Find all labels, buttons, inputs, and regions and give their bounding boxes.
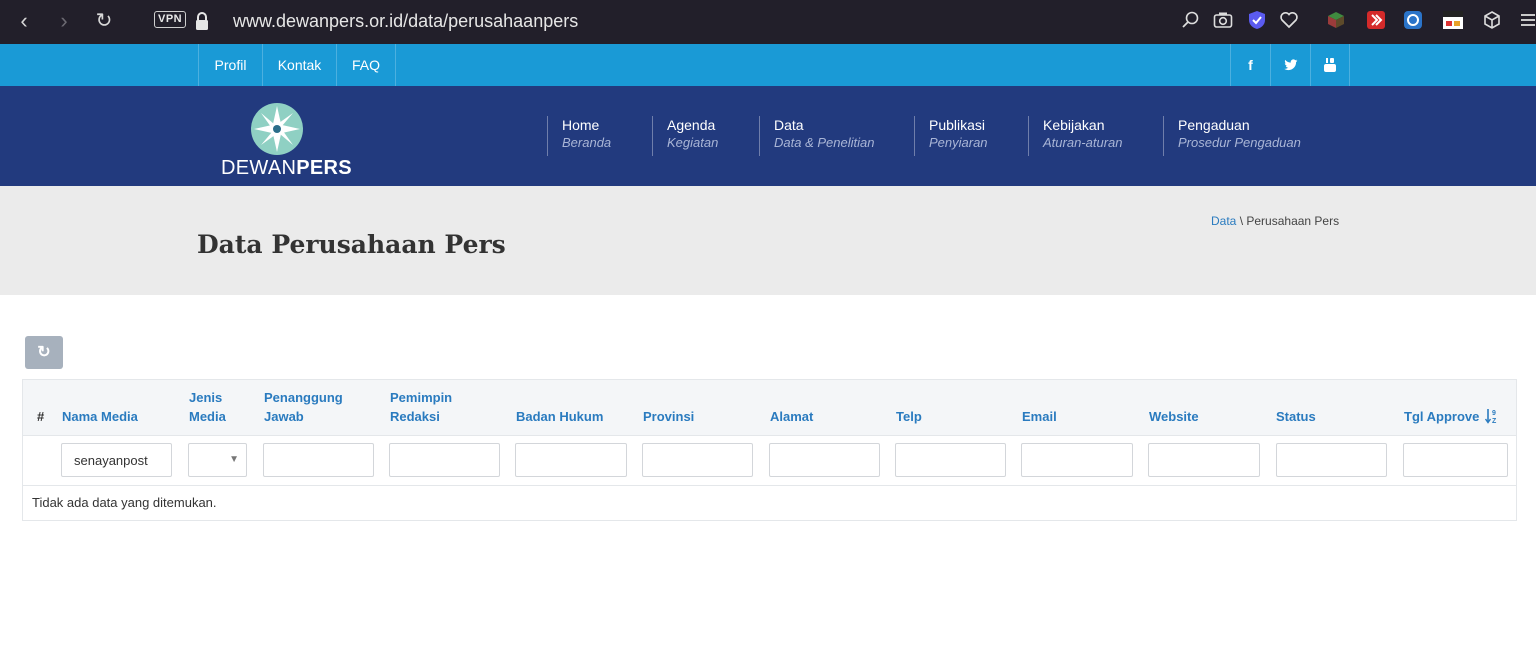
vpn-badge[interactable]: VPN xyxy=(154,11,187,28)
forward-icon[interactable]: › xyxy=(52,9,76,33)
nav-publikasi-label: Publikasi xyxy=(929,117,986,133)
breadcrumb-separator: \ xyxy=(1236,214,1247,228)
page-title-band: Data Perusahaan Pers Data \ Perusahaan P… xyxy=(0,186,1536,295)
col-header-tgl-approve[interactable]: Tgl Approve 9 Z xyxy=(1404,407,1499,426)
package-icon[interactable] xyxy=(1482,10,1502,30)
browser-toolbar: ‹ › ↻ VPN www.dewanpers.or.id/data/perus… xyxy=(0,0,1536,44)
filter-badan-hukum-input[interactable] xyxy=(515,443,627,477)
shield-icon[interactable] xyxy=(1247,10,1267,30)
filter-status-input[interactable] xyxy=(1276,443,1387,477)
grid-header-row: # Nama Media Jenis Media Penanggung Jawa… xyxy=(23,380,1516,436)
svg-text:Z: Z xyxy=(1492,418,1497,424)
search-page-icon[interactable] xyxy=(1181,10,1201,30)
col-header-telp[interactable]: Telp xyxy=(896,407,922,426)
invid-icon[interactable] xyxy=(1443,10,1463,30)
facebook-icon[interactable]: f xyxy=(1230,44,1270,86)
filter-tgl-approve-input[interactable] xyxy=(1403,443,1508,477)
filter-jenis-media-select[interactable]: ▼ xyxy=(188,443,247,477)
address-bar[interactable]: www.dewanpers.or.id/data/perusahaanpers xyxy=(233,9,578,33)
data-grid: # Nama Media Jenis Media Penanggung Jawa… xyxy=(22,379,1517,521)
nav-home[interactable]: Home Beranda xyxy=(547,116,611,156)
col-header-tgl-approve-label: Tgl Approve xyxy=(1404,409,1480,424)
filter-alamat-input[interactable] xyxy=(769,443,880,477)
page-title: Data Perusahaan Pers xyxy=(197,230,506,259)
col-header-provinsi[interactable]: Provinsi xyxy=(643,407,694,426)
nav-data-sub: Data & Penelitian xyxy=(774,135,875,150)
back-icon[interactable]: ‹ xyxy=(12,9,36,33)
filter-telp-input[interactable] xyxy=(895,443,1006,477)
breadcrumb-link-data[interactable]: Data xyxy=(1211,214,1236,228)
col-header-alamat[interactable]: Alamat xyxy=(770,407,813,426)
nav-pengaduan-sub: Prosedur Pengaduan xyxy=(1178,135,1301,150)
sort-descending-icon: 9 Z xyxy=(1484,409,1497,425)
nav-agenda-sub: Kegiatan xyxy=(667,135,719,150)
breadcrumb: Data \ Perusahaan Pers xyxy=(1211,214,1339,228)
nav-agenda-label: Agenda xyxy=(667,117,716,133)
nav-kebijakan-sub: Aturan-aturan xyxy=(1043,135,1123,150)
extension-cube-icon[interactable] xyxy=(1326,10,1346,30)
top-link-kontak[interactable]: Kontak xyxy=(262,44,336,86)
empty-result-message: Tidak ada data yang ditemukan. xyxy=(32,495,217,510)
col-header-status[interactable]: Status xyxy=(1276,407,1316,426)
col-header-penanggung-line2: Jawab xyxy=(264,409,304,424)
col-header-pemimpin-line2: Redaksi xyxy=(390,409,440,424)
camera-icon[interactable] xyxy=(1213,10,1233,30)
lock-icon[interactable] xyxy=(195,11,209,31)
nav-data-label: Data xyxy=(774,117,804,133)
nav-pengaduan-label: Pengaduan xyxy=(1178,117,1250,133)
col-header-email[interactable]: Email xyxy=(1022,407,1057,426)
filter-penanggung-jawab-input[interactable] xyxy=(263,443,374,477)
grid-filter-row: ▼ xyxy=(23,436,1516,486)
filter-email-input[interactable] xyxy=(1021,443,1133,477)
heart-icon[interactable] xyxy=(1279,10,1299,30)
col-header-badan-hukum[interactable]: Badan Hukum xyxy=(516,407,603,426)
svg-text:9: 9 xyxy=(1492,410,1496,417)
extension-red-icon[interactable] xyxy=(1366,10,1386,30)
top-link-profil[interactable]: Profil xyxy=(198,44,262,86)
col-header-index: # xyxy=(37,409,45,424)
refresh-icon: ↻ xyxy=(37,344,51,361)
menu-icon[interactable] xyxy=(1518,10,1536,30)
breadcrumb-current: Perusahaan Pers xyxy=(1246,214,1340,228)
filter-nama-media-input[interactable] xyxy=(61,443,172,477)
extension-blue-icon[interactable] xyxy=(1403,10,1423,30)
top-utility-bar: Profil Kontak FAQ f xyxy=(0,44,1536,86)
nav-agenda[interactable]: Agenda Kegiatan xyxy=(652,116,718,156)
col-header-jenis-media-line2: Media xyxy=(189,409,226,424)
col-header-penanggung-line1: Penanggung xyxy=(264,390,343,405)
col-header-jenis-media-line1: Jenis xyxy=(189,390,223,405)
nav-kebijakan-label: Kebijakan xyxy=(1043,117,1105,133)
nav-publikasi-sub: Penyiaran xyxy=(929,135,988,150)
filter-pemimpin-redaksi-input[interactable] xyxy=(389,443,500,477)
filter-provinsi-input[interactable] xyxy=(642,443,753,477)
col-header-website[interactable]: Website xyxy=(1149,407,1199,426)
col-header-pemimpin-redaksi[interactable]: Pemimpin Redaksi xyxy=(390,388,452,426)
dewan-pers-logo-icon[interactable] xyxy=(250,102,304,156)
col-header-nama-media[interactable]: Nama Media xyxy=(62,407,138,426)
twitter-icon[interactable] xyxy=(1270,44,1310,86)
nav-home-sub: Beranda xyxy=(562,135,612,150)
refresh-button[interactable]: ↻ xyxy=(25,336,63,369)
chevron-down-icon: ▼ xyxy=(229,454,239,465)
col-header-pemimpin-line1: Pemimpin xyxy=(390,390,453,405)
youtube-icon[interactable] xyxy=(1310,44,1350,86)
nav-home-label: Home xyxy=(562,117,600,133)
site-header: DEWANPERS Home Beranda Agenda Kegiatan D… xyxy=(0,86,1536,186)
reload-icon[interactable]: ↻ xyxy=(92,9,116,33)
col-header-jenis-media[interactable]: Jenis Media xyxy=(189,388,226,426)
col-header-penanggung-jawab[interactable]: Penanggung Jawab xyxy=(264,388,343,426)
nav-pengaduan[interactable]: Pengaduan Prosedur Pengaduan xyxy=(1163,116,1301,156)
top-link-faq[interactable]: FAQ xyxy=(336,44,396,86)
nav-publikasi[interactable]: Publikasi Penyiaran xyxy=(914,116,988,156)
filter-website-input[interactable] xyxy=(1148,443,1260,477)
logo-wordmark[interactable]: DEWANPERS xyxy=(221,157,352,180)
nav-data[interactable]: Data Data & Penelitian xyxy=(759,116,874,156)
nav-kebijakan[interactable]: Kebijakan Aturan-aturan xyxy=(1028,116,1123,156)
